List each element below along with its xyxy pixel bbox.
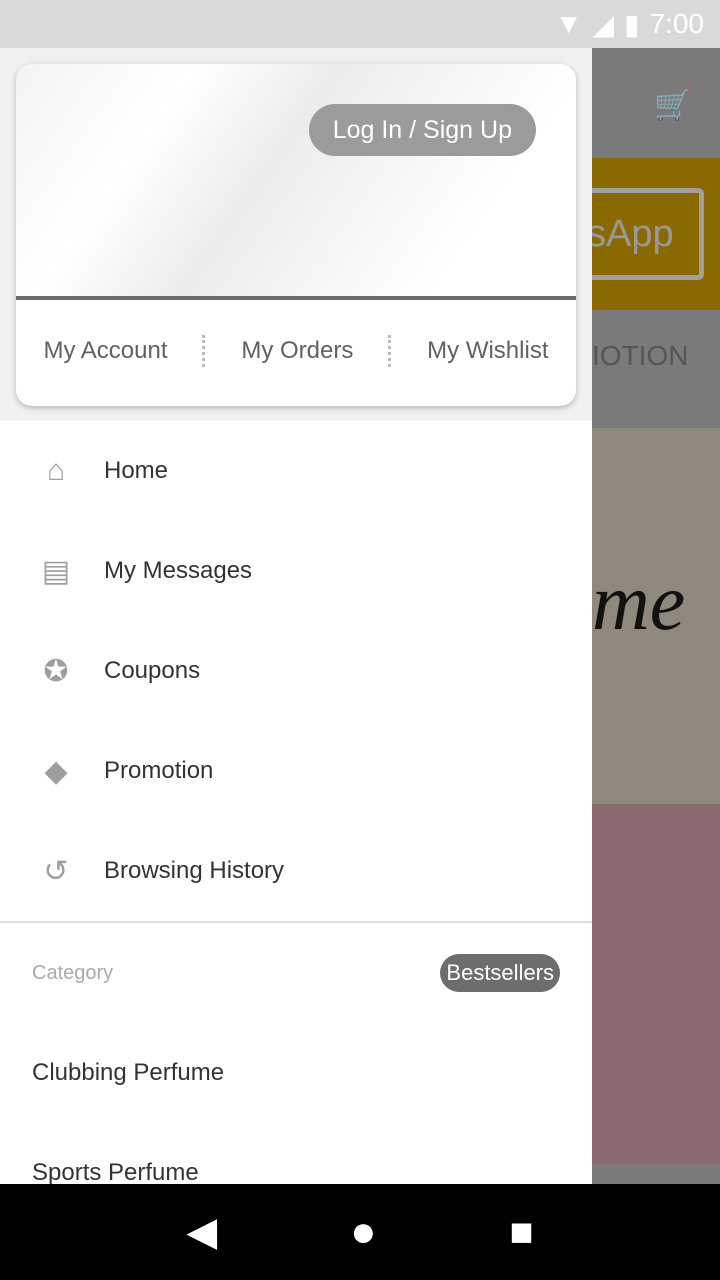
product-image [592, 804, 720, 1164]
signal-icon: ◢ [592, 8, 615, 40]
menu-item-messages[interactable]: ▤ My Messages [0, 521, 592, 621]
account-links: My Account My Orders My Wishlist [16, 300, 576, 402]
tag-icon: ◆ [44, 754, 68, 788]
category-header: Category Bestsellers [0, 923, 592, 1023]
status-bar: ▼ ◢ ▮ 7:00 [0, 0, 720, 48]
menu-label: Promotion [104, 757, 214, 784]
bestsellers-badge[interactable]: Bestsellers [440, 954, 560, 992]
app-button: sApp [592, 188, 704, 280]
menu-item-promotion[interactable]: ◆ Promotion [0, 721, 592, 821]
home-nav-icon[interactable]: ● [350, 1207, 377, 1257]
background-page: 🛒 sApp IOTION me [592, 48, 720, 1184]
back-icon[interactable]: ◀ [186, 1209, 217, 1255]
menu-item-coupons[interactable]: ✪ Coupons [0, 621, 592, 721]
system-nav-bar: ◀ ● ■ [0, 1184, 720, 1280]
category-item[interactable]: Clubbing Perfume [0, 1023, 592, 1123]
menu-label: Coupons [104, 657, 201, 684]
divider [202, 335, 206, 367]
drawer-header: Log In / Sign Up My Account My Orders My… [0, 48, 592, 421]
banner-script: me [592, 559, 686, 647]
divider [388, 335, 392, 367]
message-icon: ▤ [41, 554, 71, 588]
recents-icon[interactable]: ■ [509, 1210, 533, 1255]
battery-icon: ▮ [624, 8, 640, 40]
history-icon: ↺ [43, 854, 69, 888]
category-title: Category [32, 961, 114, 984]
navigation-drawer: Log In / Sign Up My Account My Orders My… [0, 48, 592, 1186]
my-account-link[interactable]: My Account [43, 337, 167, 365]
account-card: Log In / Sign Up My Account My Orders My… [16, 64, 576, 406]
menu-label: Browsing History [104, 857, 285, 884]
promotion-tab: IOTION [592, 340, 689, 371]
home-icon: ⌂ [46, 454, 66, 487]
menu-label: My Messages [104, 557, 253, 584]
menu-item-history[interactable]: ↺ Browsing History [0, 821, 592, 921]
clock: 7:00 [649, 8, 705, 39]
app-banner: sApp [592, 158, 720, 310]
login-signup-button[interactable]: Log In / Sign Up [308, 104, 536, 156]
cart-icon: 🛒 [654, 89, 692, 122]
menu-item-home[interactable]: ⌂ Home [0, 421, 592, 521]
coupon-icon: ✪ [43, 654, 69, 688]
my-orders-link[interactable]: My Orders [241, 337, 353, 365]
wifi-icon: ▼ [554, 8, 583, 39]
banner-image: me [592, 428, 720, 804]
my-wishlist-link[interactable]: My Wishlist [427, 337, 548, 365]
menu-label: Home [104, 457, 169, 484]
header-banner: Log In / Sign Up [16, 64, 576, 300]
